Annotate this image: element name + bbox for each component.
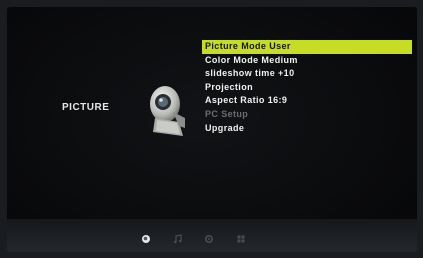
menu-item-slideshow-time[interactable]: slideshow time +10 [202, 67, 412, 81]
section-title: PICTURE [62, 102, 110, 113]
menu-item-upgrade[interactable]: Upgrade [202, 122, 412, 136]
menu-item-pc-setup: PC Setup [205, 108, 249, 119]
picture-tab-icon[interactable] [141, 234, 151, 244]
menu-item-color-mode[interactable]: Color Mode Medium [202, 54, 412, 68]
grid-tab-icon[interactable] [236, 234, 246, 244]
tv-bezel: PICTURE Picture Mode User Color Mode Med… [0, 0, 423, 258]
tv-screen: PICTURE Picture Mode User Color Mode Med… [7, 7, 417, 252]
webcam-icon [150, 86, 185, 136]
menu-item-picture-mode[interactable]: Picture Mode User [202, 40, 412, 54]
settings-tab-icon[interactable] [204, 234, 214, 244]
settings-menu: Picture Mode User Color Mode Medium slid… [202, 40, 412, 135]
music-tab-icon[interactable] [173, 234, 183, 244]
bottom-tab-bar [7, 219, 417, 252]
menu-item-aspect-ratio[interactable]: Aspect Ratio 16:9 [202, 94, 412, 108]
menu-item-projection[interactable]: Projection [202, 81, 412, 95]
